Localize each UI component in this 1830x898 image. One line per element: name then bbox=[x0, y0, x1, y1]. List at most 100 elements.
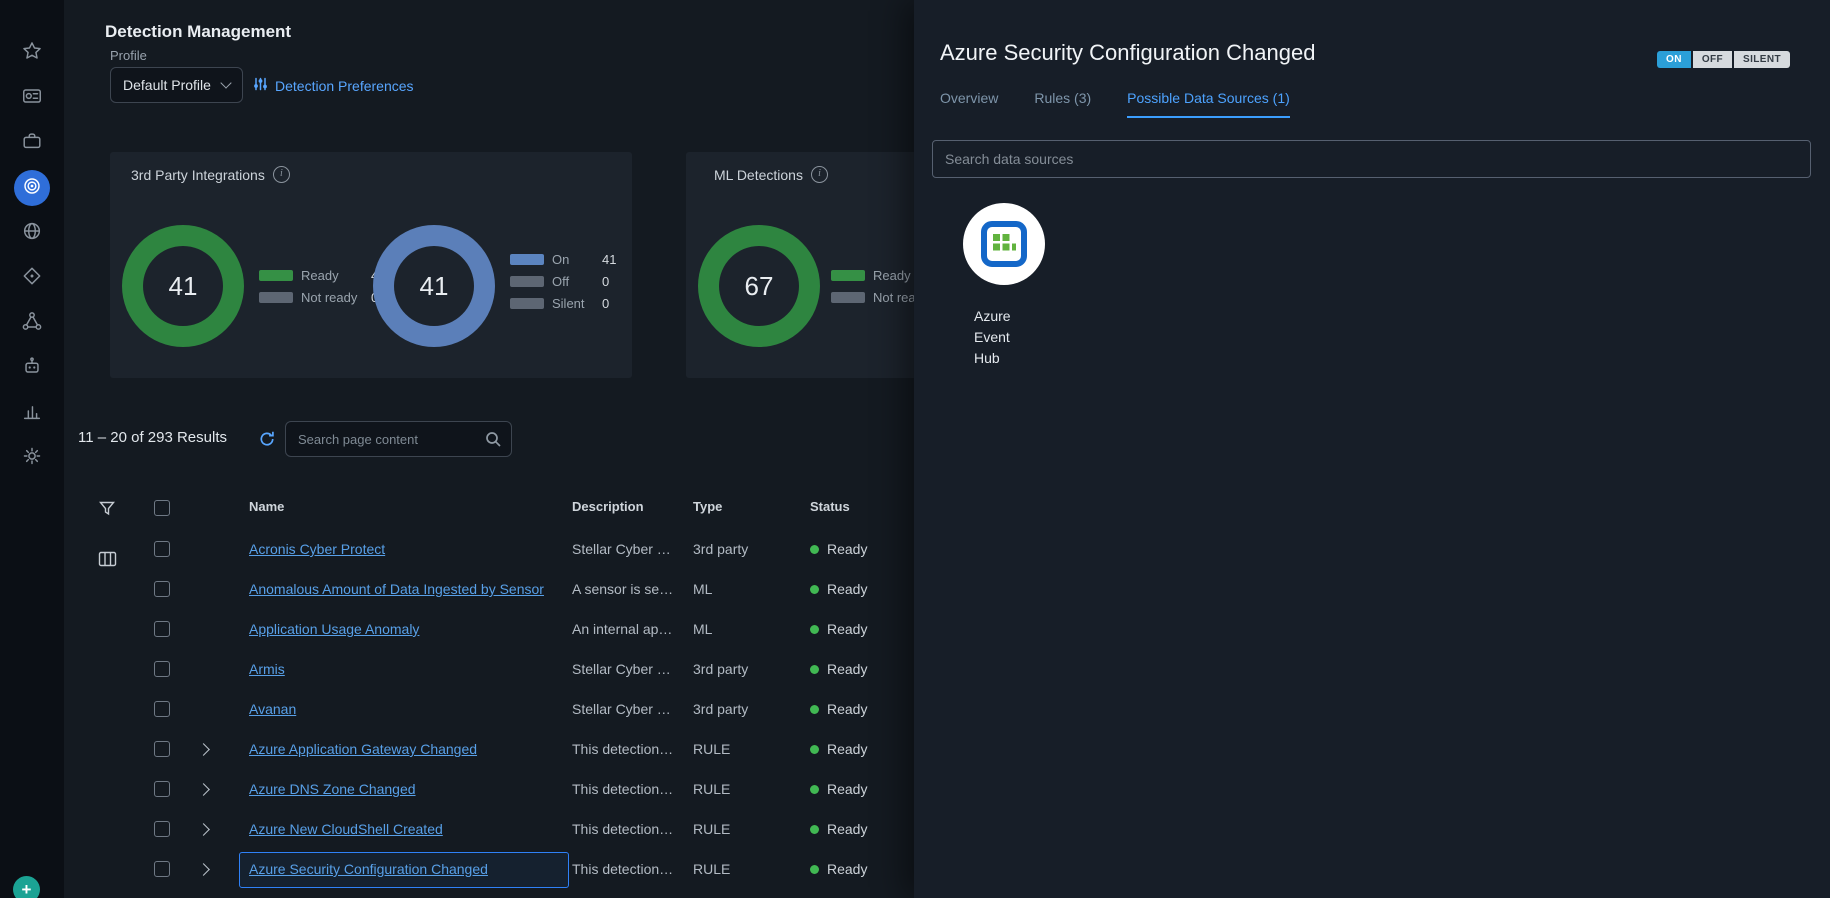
sidebar-item-hunting[interactable] bbox=[14, 215, 50, 251]
detection-name-link[interactable]: Anomalous Amount of Data Ingested by Sen… bbox=[249, 569, 544, 609]
results-count: 11 – 20 of 293 Results bbox=[78, 429, 227, 446]
expand-chevron-icon[interactable] bbox=[197, 863, 210, 876]
status-dot-icon bbox=[810, 785, 819, 794]
row-type: 3rd party bbox=[693, 689, 748, 729]
detection-name-link[interactable]: Acronis Cyber Protect bbox=[249, 529, 385, 569]
sidebar-item-settings[interactable] bbox=[14, 440, 50, 476]
row-checkbox[interactable] bbox=[154, 821, 170, 837]
network-icon bbox=[21, 310, 43, 337]
sidebar-item-reports[interactable] bbox=[14, 395, 50, 431]
app-root: + Detection Management Profile Default P… bbox=[0, 0, 1830, 898]
detection-name-link[interactable]: Azure New CloudShell Created bbox=[249, 809, 443, 849]
row-status: Ready bbox=[810, 849, 867, 889]
sidebar-item-dashboards[interactable] bbox=[14, 80, 50, 116]
row-description: Stellar Cyber … bbox=[572, 649, 671, 689]
row-checkbox[interactable] bbox=[154, 741, 170, 757]
row-status: Ready bbox=[810, 689, 867, 729]
select-all-checkbox[interactable] bbox=[154, 500, 170, 516]
dashboard-icon bbox=[21, 85, 43, 112]
info-icon[interactable]: i bbox=[811, 166, 828, 183]
column-header-status[interactable]: Status bbox=[810, 499, 850, 514]
info-icon[interactable]: i bbox=[273, 166, 290, 183]
table-row[interactable]: Anomalous Amount of Data Ingested by Sen… bbox=[0, 569, 914, 609]
table-row[interactable]: Application Usage Anomaly An internal ap… bbox=[0, 609, 914, 649]
data-source-name: Azure Event Hub bbox=[974, 306, 1038, 369]
third-party-integrations-card: 3rd Party Integrations i 41 Ready41 Not … bbox=[110, 152, 632, 378]
sidebar-item-detections[interactable] bbox=[14, 170, 50, 206]
expand-chevron-icon[interactable] bbox=[197, 823, 210, 836]
table-row[interactable]: Azure New CloudShell Created This detect… bbox=[0, 809, 914, 849]
sidebar-item-favorites[interactable] bbox=[14, 35, 50, 71]
expand-chevron-icon[interactable] bbox=[197, 743, 210, 756]
row-status: Ready bbox=[810, 729, 867, 769]
detection-name-link[interactable]: Application Usage Anomaly bbox=[249, 609, 419, 649]
ready-legend: Ready41 Not ready0 bbox=[259, 268, 385, 305]
status-toggle: ON OFF SILENT bbox=[1657, 51, 1790, 68]
page-title: Detection Management bbox=[105, 22, 291, 42]
legend-label: Ready bbox=[301, 268, 363, 283]
data-source-search bbox=[932, 140, 1811, 178]
status-dot-icon bbox=[810, 625, 819, 634]
row-checkbox[interactable] bbox=[154, 541, 170, 557]
status-dot-icon bbox=[810, 665, 819, 674]
page-search bbox=[285, 421, 512, 457]
table-row[interactable]: Avanan Stellar Cyber … 3rd party Ready bbox=[0, 689, 914, 729]
toggle-off-button[interactable]: OFF bbox=[1693, 51, 1732, 68]
row-checkbox[interactable] bbox=[154, 621, 170, 637]
ready-donut-chart: 41 bbox=[122, 225, 244, 347]
legend-swatch bbox=[259, 292, 293, 303]
row-checkbox[interactable] bbox=[154, 701, 170, 717]
sidebar-item-automation[interactable] bbox=[14, 350, 50, 386]
data-source-tile[interactable]: Azure Event Hub bbox=[963, 203, 1063, 290]
on-off-donut-chart: 41 bbox=[373, 225, 495, 347]
row-checkbox[interactable] bbox=[154, 861, 170, 877]
page-search-input[interactable] bbox=[286, 422, 511, 456]
row-checkbox[interactable] bbox=[154, 661, 170, 677]
toggle-silent-button[interactable]: SILENT bbox=[1734, 51, 1790, 68]
row-description: Stellar Cyber … bbox=[572, 689, 671, 729]
table-row-selected[interactable]: Azure Security Configuration Changed Thi… bbox=[0, 849, 914, 889]
chevron-down-icon bbox=[220, 77, 231, 88]
row-type: ML bbox=[693, 609, 712, 649]
column-header-description[interactable]: Description bbox=[572, 499, 644, 514]
status-dot-icon bbox=[810, 705, 819, 714]
detection-name-link[interactable]: Azure Application Gateway Changed bbox=[249, 729, 477, 769]
table-row[interactable]: Armis Stellar Cyber … 3rd party Ready bbox=[0, 649, 914, 689]
ml-ready-donut-chart: 67 bbox=[698, 225, 820, 347]
expand-chevron-icon[interactable] bbox=[197, 783, 210, 796]
sidebar-item-correlations[interactable] bbox=[14, 305, 50, 341]
profile-dropdown[interactable]: Default Profile bbox=[110, 67, 243, 103]
column-header-name[interactable]: Name bbox=[249, 499, 284, 514]
detection-name-link[interactable]: Azure Security Configuration Changed bbox=[249, 849, 488, 889]
detection-name-link[interactable]: Azure DNS Zone Changed bbox=[249, 769, 416, 809]
data-source-search-input[interactable] bbox=[933, 141, 1810, 177]
detection-name-link[interactable]: Armis bbox=[249, 649, 285, 689]
row-description: This detection… bbox=[572, 809, 673, 849]
detection-name-link[interactable]: Avanan bbox=[249, 689, 296, 729]
toggle-on-button[interactable]: ON bbox=[1657, 51, 1691, 68]
status-dot-icon bbox=[810, 585, 819, 594]
detection-preferences-link[interactable]: Detection Preferences bbox=[252, 76, 414, 95]
sidebar-item-cases[interactable] bbox=[14, 125, 50, 161]
add-button[interactable]: + bbox=[13, 876, 40, 898]
table-row[interactable]: Acronis Cyber Protect Stellar Cyber … 3r… bbox=[0, 529, 914, 569]
legend-value: 0 bbox=[602, 274, 609, 289]
row-type: RULE bbox=[693, 769, 730, 809]
column-header-type[interactable]: Type bbox=[693, 499, 722, 514]
table-row[interactable]: Azure Application Gateway Changed This d… bbox=[0, 729, 914, 769]
row-description: An internal ap… bbox=[572, 609, 672, 649]
tab-rules[interactable]: Rules (3) bbox=[1034, 90, 1091, 118]
sidebar-item-assets[interactable] bbox=[14, 260, 50, 296]
row-description: This detection… bbox=[572, 729, 673, 769]
donut-value: 41 bbox=[143, 246, 223, 326]
refresh-icon[interactable] bbox=[258, 430, 276, 453]
on-off-legend: On41 Off0 Silent0 bbox=[510, 252, 616, 311]
tab-overview[interactable]: Overview bbox=[940, 90, 998, 118]
row-checkbox[interactable] bbox=[154, 781, 170, 797]
row-checkbox[interactable] bbox=[154, 581, 170, 597]
legend-swatch bbox=[831, 270, 865, 281]
tab-possible-data-sources[interactable]: Possible Data Sources (1) bbox=[1127, 90, 1290, 118]
table-row[interactable]: Azure DNS Zone Changed This detection… R… bbox=[0, 769, 914, 809]
row-type: 3rd party bbox=[693, 649, 748, 689]
panel-title: Azure Security Configuration Changed bbox=[940, 40, 1315, 66]
